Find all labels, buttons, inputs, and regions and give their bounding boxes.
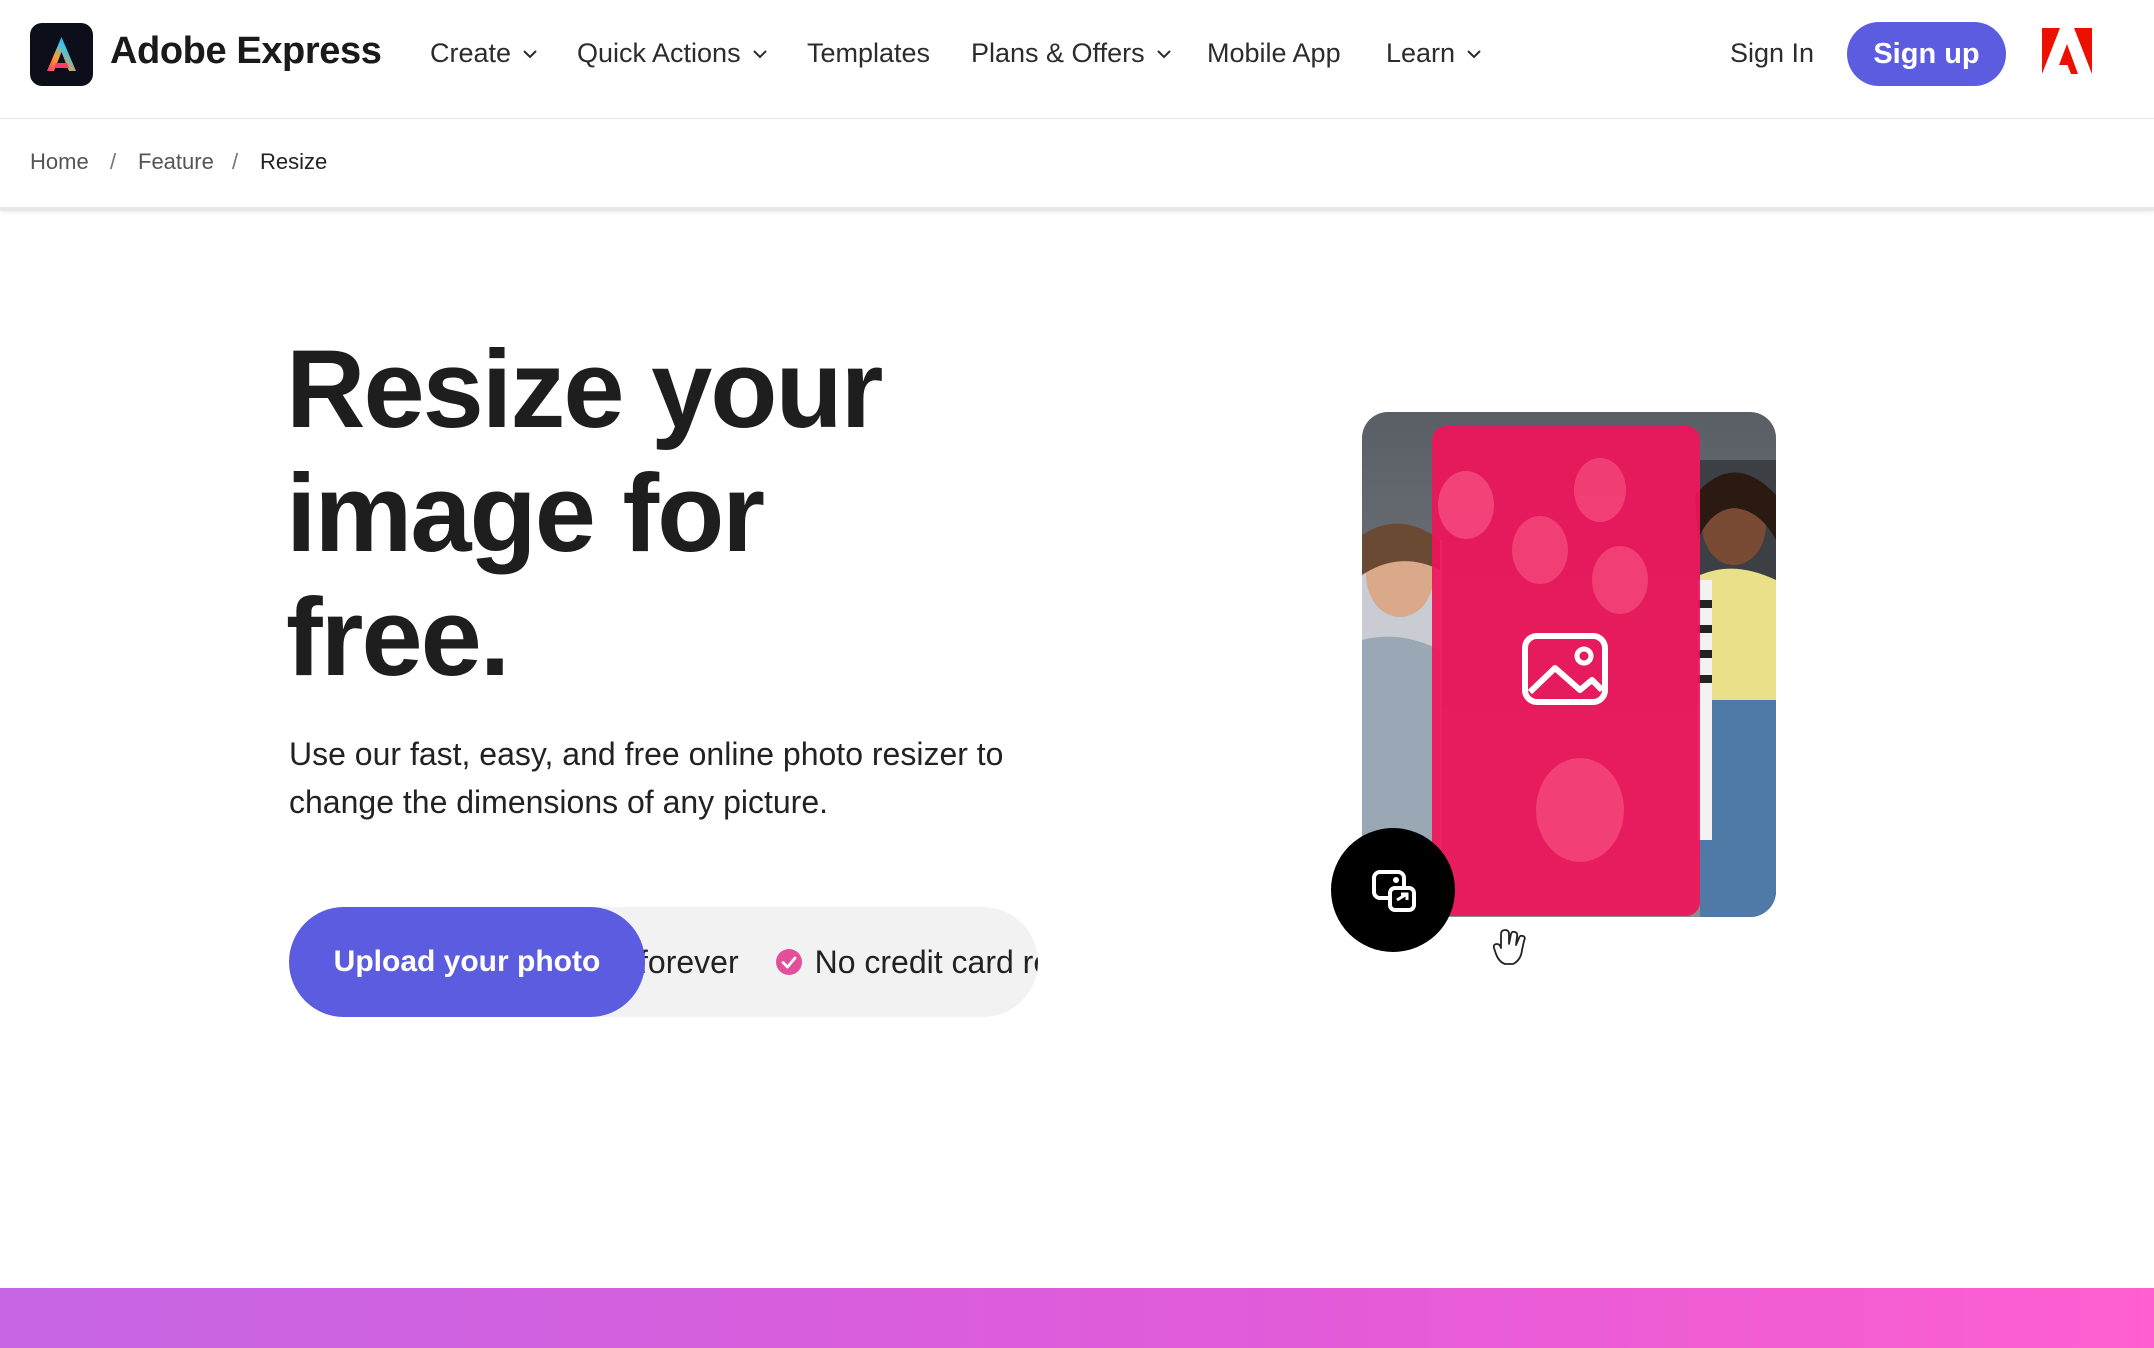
- feature-item: forever: [639, 944, 739, 981]
- chevron-down-icon: [523, 49, 537, 58]
- breadcrumb-home[interactable]: Home: [30, 149, 89, 175]
- feature-label: No credit card rec: [814, 943, 1038, 980]
- chevron-down-icon: [1467, 49, 1481, 58]
- nav-plans-offers[interactable]: Plans & Offers: [971, 38, 1173, 69]
- gradient-band: [0, 1288, 2154, 1348]
- feature-item: No credit card rec: [775, 944, 1038, 981]
- hero-title: Resize your image for free.: [286, 328, 883, 699]
- nav-label: Mobile App: [1207, 38, 1341, 68]
- brand-name[interactable]: Adobe Express: [110, 30, 382, 73]
- upload-photo-button[interactable]: Upload your photo: [289, 907, 645, 1017]
- adobe-express-logo[interactable]: [30, 23, 93, 86]
- breadcrumb-feature[interactable]: Feature: [138, 149, 214, 175]
- adobe-logo-icon[interactable]: [2042, 28, 2092, 74]
- hero-illustration: [1331, 412, 1776, 965]
- breadcrumb-separator: /: [110, 149, 117, 174]
- breadcrumb-separator: /: [232, 149, 239, 174]
- nav-create[interactable]: Create: [430, 38, 539, 69]
- sign-in-link[interactable]: Sign In: [1730, 38, 1814, 69]
- nav-label: Create: [430, 38, 512, 68]
- check-circle-icon: [775, 949, 802, 975]
- nav-learn[interactable]: Learn: [1386, 38, 1483, 69]
- chevron-down-icon: [752, 49, 767, 58]
- sign-up-button[interactable]: Sign up: [1847, 22, 2006, 86]
- feature-track: forever No credit card rec: [639, 907, 1038, 1017]
- chevron-down-icon: [1156, 49, 1171, 58]
- breadcrumb-current: Resize: [260, 149, 328, 174]
- resize-image-icon[interactable]: [1331, 828, 1455, 952]
- nav-label: Plans & Offers: [971, 38, 1145, 68]
- adobe-express-logo-icon: [47, 37, 76, 71]
- hand-cursor-icon: [1492, 929, 1526, 965]
- nav-templates[interactable]: Templates: [807, 38, 930, 69]
- feature-label: forever: [639, 943, 739, 980]
- site-header: Adobe Express Create Quick Actions Templ…: [0, 0, 2154, 119]
- nav-quick-actions[interactable]: Quick Actions: [577, 38, 769, 69]
- breadcrumb: Home / Feature / Resize: [0, 119, 2154, 211]
- nav-label: Learn: [1386, 38, 1456, 68]
- nav-mobile-app[interactable]: Mobile App: [1207, 38, 1341, 69]
- nav-label: Quick Actions: [577, 38, 741, 68]
- hero-subtitle: Use our fast, easy, and free online phot…: [289, 736, 1004, 820]
- nav-label: Templates: [807, 38, 931, 68]
